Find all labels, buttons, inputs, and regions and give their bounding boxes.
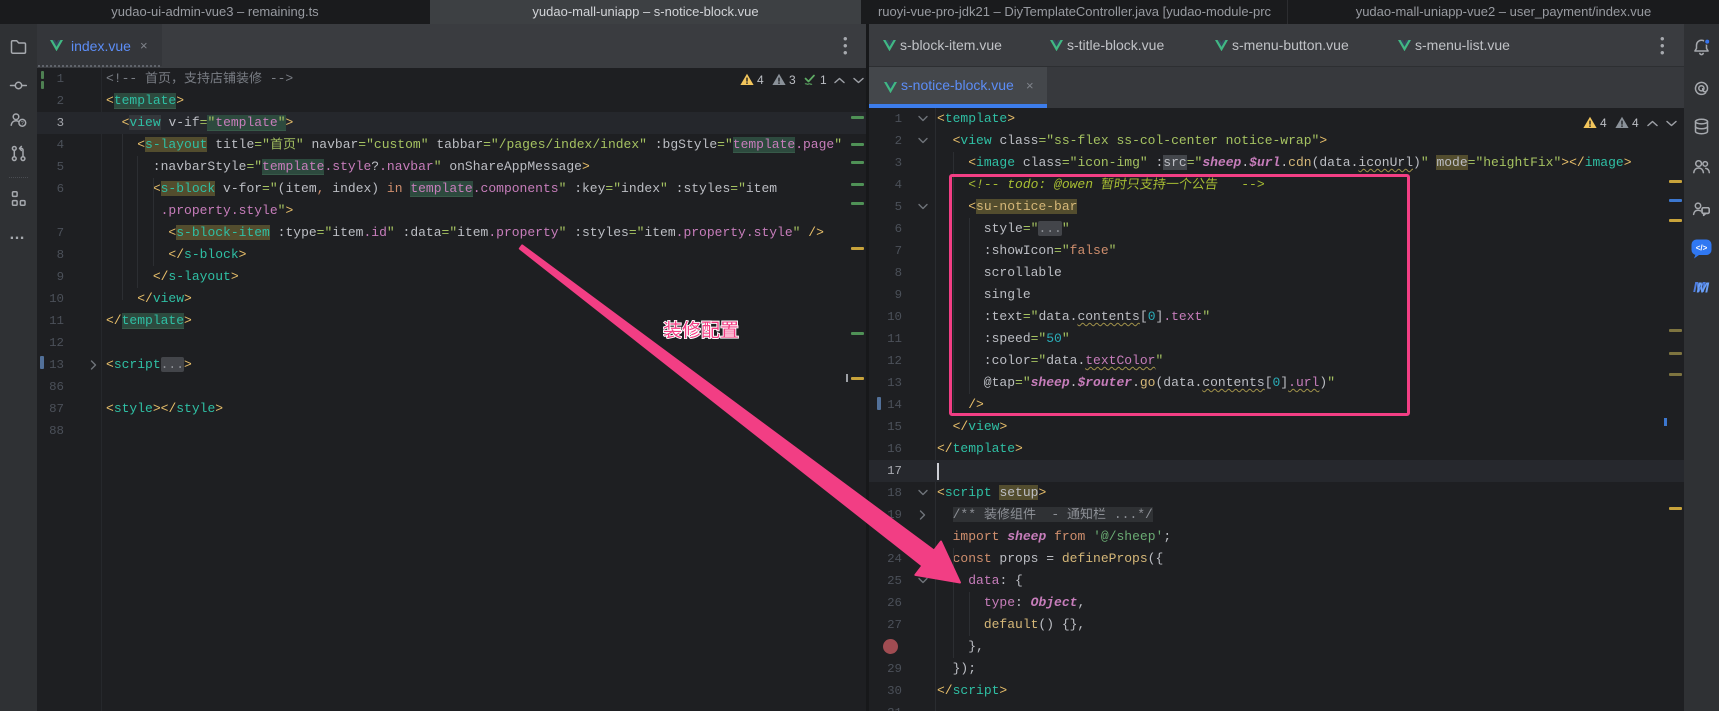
svg-text:</>: </>	[1696, 244, 1708, 253]
svg-text:M: M	[1697, 280, 1710, 297]
svg-text:?: ?	[21, 121, 24, 127]
